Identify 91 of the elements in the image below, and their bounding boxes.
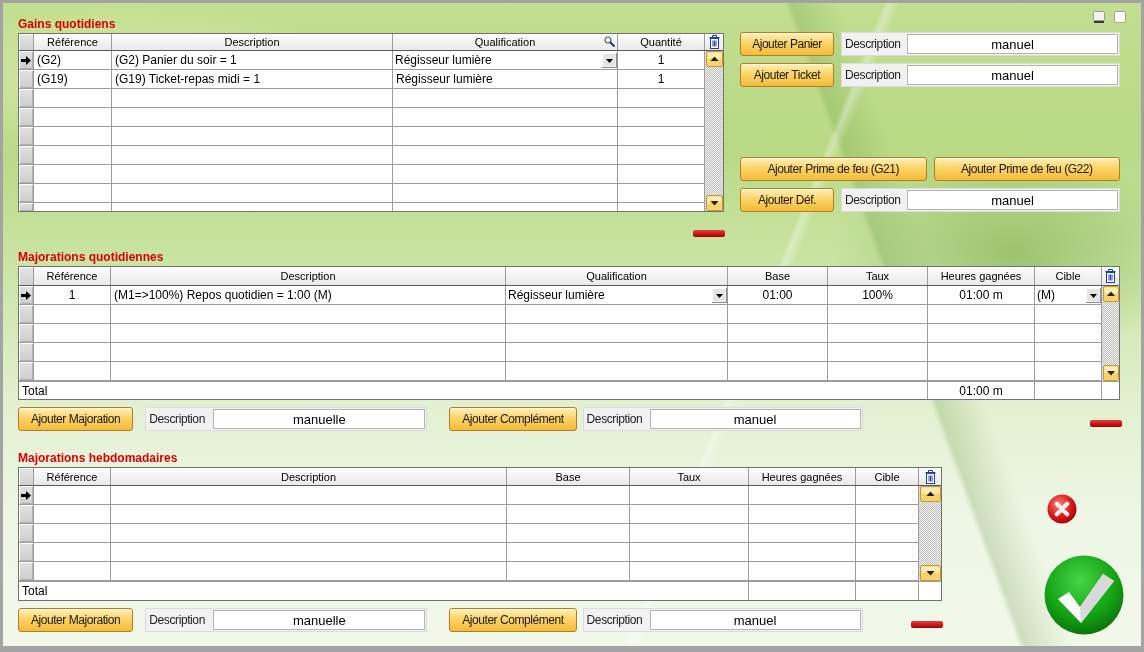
- dropdown-arrow-icon[interactable]: [712, 287, 727, 303]
- dropdown[interactable]: Régisseur lumière: [393, 51, 618, 69]
- minus-icon[interactable]: [1090, 420, 1122, 427]
- column-header[interactable]: Taux: [630, 468, 749, 485]
- cancel-icon[interactable]: [1047, 494, 1077, 524]
- row-selector[interactable]: [19, 486, 34, 504]
- field-label: Description: [149, 613, 205, 627]
- table-cell: 100%: [828, 286, 928, 304]
- add-button[interactable]: Ajouter Complément: [449, 407, 577, 431]
- table-cell: 01:00: [728, 286, 828, 304]
- table-cell: Régisseur lumière: [393, 70, 618, 88]
- column-header[interactable]: Référence: [34, 267, 111, 285]
- column-header[interactable]: Qualification: [506, 267, 728, 285]
- scroll-up-icon[interactable]: [705, 51, 723, 67]
- table-cell: Total: [19, 582, 749, 600]
- dropdown[interactable]: Régisseur lumière: [506, 286, 728, 304]
- field-label: Description: [586, 412, 643, 426]
- table-cell: (G2): [34, 51, 112, 69]
- column-header[interactable]: Qualification: [393, 34, 618, 50]
- section-title: Majorations hebdomadaires: [18, 451, 178, 465]
- table-cell: (M1=>100%) Repos quotidien = 1:00 (M): [111, 286, 506, 304]
- maximize-icon[interactable]: [1114, 11, 1126, 23]
- description-field[interactable]: manuelle: [213, 610, 426, 630]
- add-button[interactable]: Ajouter Majoration: [18, 608, 134, 632]
- right-arrow-icon: [21, 55, 31, 65]
- field-label: Description: [586, 613, 643, 627]
- table-cell: (G19) Ticket-repas midi = 1: [112, 70, 393, 88]
- right-arrow-icon: [21, 490, 31, 500]
- column-header[interactable]: Heures gagnées: [749, 468, 856, 485]
- add-button[interactable]: Ajouter Prime de feu (G22): [933, 157, 1120, 181]
- description-field[interactable]: manuel: [907, 65, 1118, 85]
- dropdown[interactable]: (M): [1035, 286, 1102, 304]
- scroll-up-icon[interactable]: [1102, 286, 1119, 302]
- add-button[interactable]: Ajouter Déf.: [740, 188, 834, 212]
- scrollbar[interactable]: [919, 486, 941, 581]
- trash-icon[interactable]: [708, 35, 720, 49]
- field-label: Description: [845, 193, 901, 207]
- column-header[interactable]: Base: [728, 267, 828, 285]
- scrollbar[interactable]: [1102, 286, 1119, 381]
- column-header[interactable]: Cible: [856, 468, 919, 485]
- column-header[interactable]: Heures gagnées: [928, 267, 1035, 285]
- column-header[interactable]: Description: [111, 468, 507, 485]
- add-button[interactable]: Ajouter Panier: [740, 32, 834, 56]
- table-cell: (G2) Panier du soir = 1: [112, 51, 393, 69]
- table-cell: 1: [34, 286, 111, 304]
- minimize-icon[interactable]: [1093, 11, 1105, 23]
- column-header[interactable]: Référence: [34, 34, 112, 50]
- field-label: Description: [845, 68, 901, 82]
- check-icon[interactable]: [1044, 555, 1124, 635]
- corner-cell: [19, 34, 34, 50]
- description-field[interactable]: manuel: [649, 610, 861, 630]
- table-cell: (G19): [34, 70, 112, 88]
- add-button[interactable]: Ajouter Majoration: [18, 407, 134, 431]
- section-title: Gains quotidiens: [18, 17, 116, 31]
- column-header[interactable]: Quantité: [618, 34, 705, 50]
- field-label: Description: [149, 412, 205, 426]
- trash-icon[interactable]: [1105, 269, 1116, 283]
- scrollbar[interactable]: [705, 51, 723, 211]
- column-header[interactable]: Description: [112, 34, 393, 50]
- scroll-down-icon[interactable]: [1102, 365, 1119, 381]
- table-cell: 01:00 m: [928, 382, 1035, 399]
- description-field[interactable]: manuelle: [213, 409, 426, 429]
- trash-icon[interactable]: [924, 469, 936, 484]
- column-header[interactable]: Cible: [1035, 267, 1102, 285]
- right-arrow-icon: [21, 290, 31, 300]
- field-label: Description: [845, 37, 901, 51]
- description-field[interactable]: manuel: [649, 409, 861, 429]
- minus-icon[interactable]: [693, 230, 725, 237]
- section-title: Majorations quotidiennes: [18, 250, 164, 264]
- dropdown-arrow-icon[interactable]: [1086, 287, 1101, 303]
- row-selector[interactable]: [19, 51, 34, 69]
- column-header[interactable]: Référence: [34, 468, 111, 485]
- description-field[interactable]: manuel: [907, 190, 1118, 210]
- table-cell: Total: [19, 382, 928, 399]
- scroll-down-icon[interactable]: [919, 565, 941, 581]
- description-field[interactable]: manuel: [907, 34, 1118, 54]
- scroll-up-icon[interactable]: [919, 486, 941, 502]
- column-header[interactable]: Base: [507, 468, 630, 485]
- search-icon[interactable]: [604, 36, 615, 47]
- minus-icon[interactable]: [911, 621, 943, 628]
- row-selector[interactable]: [19, 286, 34, 304]
- corner-cell: [19, 468, 34, 485]
- add-button[interactable]: Ajouter Ticket: [740, 63, 834, 87]
- add-button[interactable]: Ajouter Complément: [449, 608, 577, 632]
- add-button[interactable]: Ajouter Prime de feu (G21): [740, 157, 927, 181]
- scroll-down-icon[interactable]: [705, 195, 723, 211]
- dropdown-arrow-icon[interactable]: [602, 52, 617, 68]
- corner-cell: [19, 267, 34, 285]
- table-cell: 01:00 m: [928, 286, 1035, 304]
- column-header[interactable]: Description: [111, 267, 506, 285]
- column-header[interactable]: Taux: [828, 267, 928, 285]
